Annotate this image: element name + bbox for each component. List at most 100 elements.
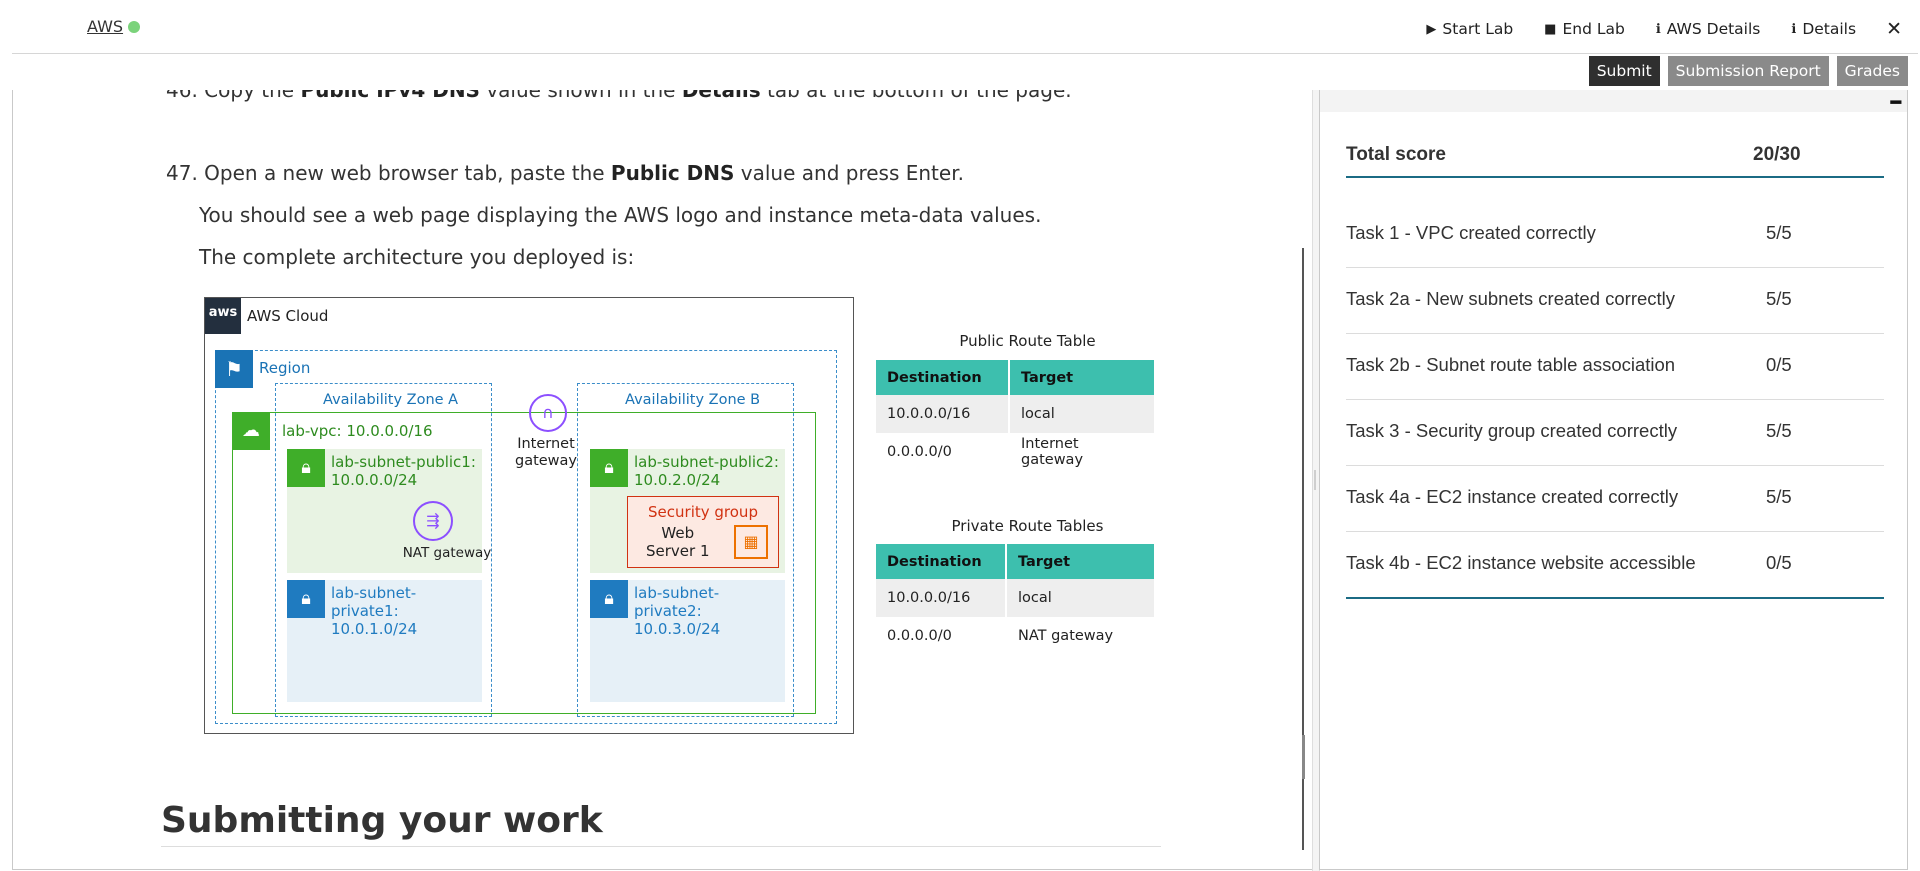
task-name: Task 2a - New subnets created correctly	[1346, 288, 1676, 309]
total-score-label: Total score	[1346, 144, 1446, 165]
collapse-icon[interactable]: ━	[1891, 93, 1901, 113]
close-icon[interactable]: ✕	[1886, 18, 1902, 40]
grades-button[interactable]: Grades	[1836, 56, 1908, 86]
top-bar: AWS ▶ Start Lab ■ End Lab ℹ AWS Details …	[0, 0, 1920, 54]
public-subnet-2-label: lab-subnet-public2: 10.0.2.0/24	[634, 453, 779, 489]
internet-gateway-label: Internet gateway	[505, 436, 587, 470]
subnet-label-line: lab-subnet-public1:	[331, 453, 476, 471]
private-subnet-1: 🔒︎ lab-subnet-private1: 10.0.1.0/24	[287, 580, 482, 702]
az-a-label: Availability Zone A	[323, 392, 459, 408]
architecture-diagram: aws AWS Cloud ⚑ Region Availability Zone…	[204, 297, 854, 734]
step-47: 47. Open a new web browser tab, paste th…	[166, 161, 964, 185]
aws-details-label: AWS Details	[1666, 20, 1761, 38]
ec2-instance-icon: ▦	[734, 525, 768, 559]
table-cell: NAT gateway	[1006, 617, 1156, 655]
task-score-row: Task 1 - VPC created correctly 5/5	[1346, 201, 1884, 268]
lock-icon: 🔒︎	[287, 580, 325, 618]
task-score: 0/5	[1766, 552, 1792, 573]
aws-link-label[interactable]: AWS	[87, 17, 123, 36]
info-icon: ℹ	[1655, 21, 1661, 37]
step-text: tab at the bottom of the page.	[760, 90, 1072, 102]
start-lab-label: Start Lab	[1442, 20, 1514, 38]
nat-gateway-label: NAT gateway	[402, 545, 492, 561]
region-label: Region	[259, 359, 311, 377]
subnet-label-line: 10.0.1.0/24	[331, 620, 418, 638]
score-panel: ━ Total score 20/30 Task 1 - VPC created…	[1320, 90, 1907, 869]
lock-icon: 🔒︎	[287, 449, 325, 487]
task-score: 5/5	[1766, 288, 1792, 309]
start-lab-button[interactable]: ▶ Start Lab	[1426, 20, 1513, 38]
table-cell: 10.0.0.0/16	[876, 395, 1010, 433]
heading-divider	[161, 846, 1161, 847]
step-text: value and press Enter.	[734, 161, 964, 185]
play-icon: ▶	[1426, 21, 1437, 37]
region-flag-icon: ⚑	[215, 350, 253, 388]
table-cell: 0.0.0.0/0	[876, 433, 1010, 471]
subnet-label-line: 10.0.0.0/24	[331, 471, 418, 489]
task-score: 5/5	[1766, 420, 1792, 441]
subnet-label-line: 10.0.3.0/24	[634, 620, 721, 638]
task-score-row: Task 2b - Subnet route table association…	[1346, 333, 1884, 400]
aws-details-button[interactable]: ℹ AWS Details	[1656, 20, 1761, 38]
end-lab-button[interactable]: ■ End Lab	[1544, 20, 1625, 38]
column-header: Target	[1006, 544, 1156, 579]
table-header-row: Destination Target	[876, 360, 1156, 395]
step-text: value shown in the	[479, 90, 682, 102]
public-route-table: Destination Target 10.0.0.0/16 local 0.0…	[876, 360, 1156, 471]
web-server-label-line: Web	[661, 524, 695, 542]
subnet-label-line: 10.0.2.0/24	[634, 471, 721, 489]
submission-report-button[interactable]: Submission Report	[1667, 56, 1829, 86]
aws-console-link[interactable]: AWS	[87, 17, 141, 36]
task-score: 0/5	[1766, 354, 1792, 375]
scrollbar-thumb[interactable]	[1302, 735, 1305, 779]
task-name: Task 2b - Subnet route table association	[1346, 354, 1676, 375]
subnet-label-line: lab-subnet-public2:	[634, 453, 779, 471]
step-46: 46. Copy the Public IPv4 DNS value shown…	[166, 90, 1072, 102]
column-header: Destination	[876, 360, 1010, 395]
private-route-table: Destination Target 10.0.0.0/16 local 0.0…	[876, 544, 1156, 655]
private-subnet-2-label: lab-subnet-private2: 10.0.3.0/24	[634, 584, 785, 638]
step-number: 47.	[166, 161, 198, 185]
lab-nav: ▶ Start Lab ■ End Lab ℹ AWS Details ℹ De…	[1395, 18, 1902, 40]
task-name: Task 3 - Security group created correctl…	[1346, 420, 1678, 441]
step-number: 46.	[166, 90, 198, 102]
table-row: 0.0.0.0/0 NAT gateway	[876, 617, 1156, 655]
table-cell: 0.0.0.0/0	[876, 617, 1007, 655]
az-b-label: Availability Zone B	[625, 392, 761, 408]
public-subnet-1-label: lab-subnet-public1: 10.0.0.0/24	[331, 453, 476, 489]
submit-button[interactable]: Submit	[1588, 56, 1660, 86]
details-button[interactable]: ℹ Details	[1791, 20, 1856, 38]
table-cell: local	[1006, 579, 1156, 617]
web-server-label: Web Server 1	[646, 524, 710, 560]
table-header-row: Destination Target	[876, 544, 1156, 579]
score-panel-header: ━	[1320, 90, 1907, 112]
table-row: 0.0.0.0/0 Internet gateway	[876, 433, 1156, 471]
step-bold-text: Public DNS	[610, 161, 735, 185]
task-name: Task 4b - EC2 instance website accessibl…	[1346, 552, 1696, 573]
task-score-row: Task 2a - New subnets created correctly …	[1346, 267, 1884, 334]
instructions-frame: 46. Copy the Public IPv4 DNS value shown…	[12, 90, 1313, 870]
table-row: 10.0.0.0/16 local	[876, 395, 1156, 433]
vpc-cloud-icon: ☁	[232, 412, 270, 450]
total-score-value: 20/30	[1753, 144, 1801, 165]
task-score-row: Task 4b - EC2 instance website accessibl…	[1346, 531, 1884, 599]
private-subnet-1-label: lab-subnet-private1: 10.0.1.0/24	[331, 584, 482, 638]
internet-gateway-icon: ∩	[529, 394, 567, 432]
private-route-table-title: Private Route Tables	[951, 517, 1104, 535]
table-row: 10.0.0.0/16 local	[876, 579, 1156, 617]
security-group-label: Security group	[648, 503, 758, 521]
top-bar-divider	[12, 53, 1918, 54]
public-route-table-title: Public Route Table	[959, 332, 1096, 350]
web-server-label-line: Server 1	[646, 542, 710, 560]
step-text: Open a new web browser tab, paste the	[204, 161, 611, 185]
section-heading: Submitting your work	[161, 800, 603, 841]
subnet-label-line: lab-subnet-private1:	[331, 584, 417, 620]
end-lab-label: End Lab	[1562, 20, 1625, 38]
table-cell: 10.0.0.0/16	[876, 579, 1007, 617]
aws-logo-icon: aws	[205, 298, 241, 334]
task-score: 5/5	[1766, 222, 1792, 243]
architecture-intro: The complete architecture you deployed i…	[199, 245, 635, 269]
stop-icon: ■	[1544, 21, 1557, 37]
resize-grip-icon[interactable]	[1314, 470, 1316, 490]
step-bold-text: Details	[681, 90, 761, 102]
